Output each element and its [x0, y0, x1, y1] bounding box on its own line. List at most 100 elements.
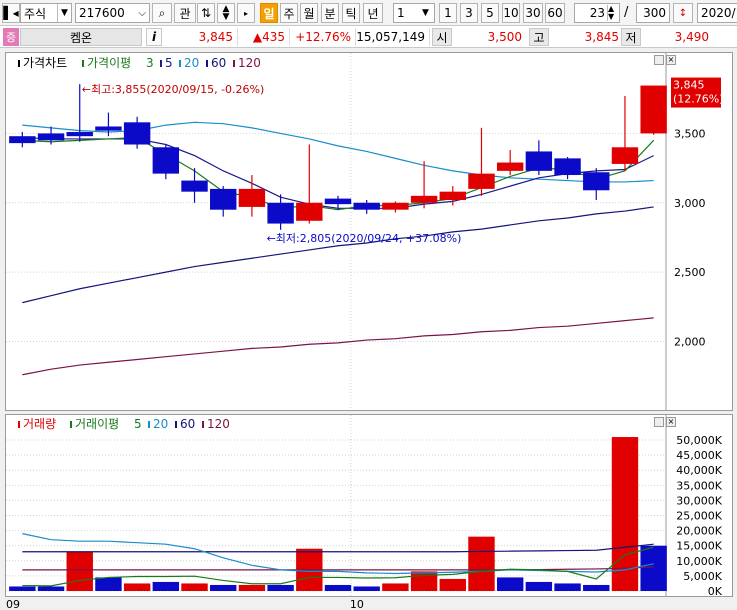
candle-body [468, 173, 495, 189]
candle-body [238, 188, 266, 207]
stepper-arrows-icon: ▲ ▼ [607, 5, 619, 21]
legend-marker [202, 421, 204, 428]
interval-10-button[interactable]: 10 [502, 3, 520, 23]
x-tick-label: 10 [350, 598, 364, 610]
last-price-label: 3,845 [673, 79, 705, 92]
maximize-icon[interactable] [654, 417, 664, 427]
arrow-down-icon: ▼ [222, 12, 230, 22]
legend-item: 5 [134, 417, 142, 431]
candle-body [123, 122, 151, 145]
interval-30-button[interactable]: 30 [523, 3, 543, 23]
moving-average-ma60 [22, 206, 654, 304]
y-tick-label: 5,000K [683, 570, 722, 583]
sync-button[interactable]: ⇅ [197, 3, 215, 23]
volume-chart: 0K 5,000K 10,000K 15,000K 20,000K 25,000K 30,0… [6, 415, 723, 598]
market-badge: 증 [3, 28, 19, 46]
volume-bar [439, 578, 466, 591]
candle-body [9, 136, 36, 144]
period-week-button[interactable]: 주 [280, 3, 298, 23]
volume-bar [37, 586, 65, 591]
interval-1-button[interactable]: 1 [439, 3, 457, 23]
candle-body [439, 191, 466, 200]
high-price: 3,845 [584, 30, 619, 44]
close-icon[interactable]: × [666, 417, 676, 427]
y-tick-label: 45,000K [676, 449, 722, 462]
legend-marker [82, 60, 84, 67]
stock-code-input[interactable]: 217600 ⌵ [75, 3, 150, 23]
total-count-input[interactable]: 300 [636, 3, 670, 23]
search-icon: ⌕ [158, 5, 166, 20]
y-tick-label: 2,500 [674, 266, 706, 279]
low-price: 3,490 [674, 30, 709, 44]
candle-body [382, 202, 409, 210]
candle-body [640, 85, 667, 134]
trade-volume: 15,057,149 [356, 28, 430, 46]
legend-item: 120 [207, 417, 230, 431]
quote-bar: 증 켐온 i 3,845 ▲435 +12.76% 15,057,149 시 3… [0, 26, 737, 48]
volume-bar [9, 586, 36, 591]
fit-range-button[interactable]: ↕ [673, 3, 693, 23]
interval-5-button[interactable]: 5 [481, 3, 499, 23]
price-chart: 2,000 2,500 3,000 3,500 ←최고:3,855(2020/09/15… [6, 53, 724, 410]
volume-bar [181, 583, 208, 591]
candle-body [583, 172, 610, 191]
search-button[interactable]: ⌕ [152, 3, 172, 23]
market-type-select[interactable]: 주식 ▼ [20, 3, 72, 23]
stock-name: 켐온 [20, 28, 142, 46]
legend-marker [206, 60, 208, 67]
candle-body [267, 202, 294, 224]
high-annotation: ←최고:3,855(2020/09/15, -0.26%) [82, 83, 265, 96]
legend-item: 3 [146, 56, 154, 70]
candle-body [353, 202, 380, 210]
y-tick-label: 3,000 [674, 197, 706, 210]
volume-bar [496, 577, 524, 591]
period-year-button[interactable]: 년 [363, 3, 383, 23]
volume-bar [238, 584, 266, 591]
volume-bar [123, 583, 151, 591]
period-minute-button[interactable]: 분 [321, 3, 339, 23]
market-type-value: 주식 [24, 6, 47, 21]
legend-item: 60 [211, 56, 226, 70]
interval-3-button[interactable]: 3 [460, 3, 478, 23]
y-tick-label: 40,000K [676, 464, 722, 477]
x-tick-label: 09 [6, 598, 20, 610]
period-day-button[interactable]: 일 [260, 3, 278, 23]
volume-bar [468, 536, 495, 591]
candle-body [611, 147, 639, 164]
period-month-button[interactable]: 월 [300, 3, 318, 23]
candle-body [37, 133, 65, 141]
volume-bar [382, 583, 409, 591]
more-arrow-icon[interactable]: ▸ [237, 3, 255, 23]
panel-toggle-icon[interactable]: ▌◂ [2, 3, 20, 23]
legend-item: 120 [238, 56, 261, 70]
y-tick-label: 2,000 [674, 335, 706, 348]
legend-ma-title: 거래이평 [75, 417, 119, 431]
info-button[interactable]: i [146, 28, 162, 46]
candle-body [525, 151, 553, 171]
volume-bar [525, 581, 553, 591]
candle-body [296, 202, 323, 221]
legend-item: 5 [165, 56, 173, 70]
maximize-icon[interactable] [654, 55, 664, 65]
y-tick-label: 10,000K [676, 555, 722, 568]
volume-bar [554, 583, 581, 591]
period-tick-button[interactable]: 틱 [342, 3, 360, 23]
volume-bar [267, 584, 294, 591]
open-price: 3,500 [487, 30, 522, 44]
toolbar: ▌◂ 주식 ▼ 217600 ⌵ ⌕ 관 ⇅ ▲ ▼ ▸ 일 주 월 분 틱 년 … [0, 0, 737, 26]
legend-item: 60 [180, 417, 195, 431]
interval-select[interactable]: 1 ▼ [393, 3, 435, 23]
legend-title: 가격차트 [23, 56, 67, 70]
volume-bar [95, 577, 122, 591]
prev-next-spinner[interactable]: ▲ ▼ [217, 3, 235, 23]
interval-60-button[interactable]: 60 [545, 3, 565, 23]
legend-marker [233, 60, 235, 67]
legend-marker [148, 421, 150, 428]
price-change: ▲435 [240, 28, 290, 46]
close-icon[interactable]: × [666, 55, 676, 65]
date-input[interactable]: 2020/1 [697, 3, 737, 23]
volume-bar [583, 584, 610, 591]
y-tick-label: 0K [708, 585, 723, 596]
interest-button[interactable]: 관 [174, 3, 196, 23]
display-count-stepper[interactable]: 23 ▲ ▼ [574, 3, 620, 23]
